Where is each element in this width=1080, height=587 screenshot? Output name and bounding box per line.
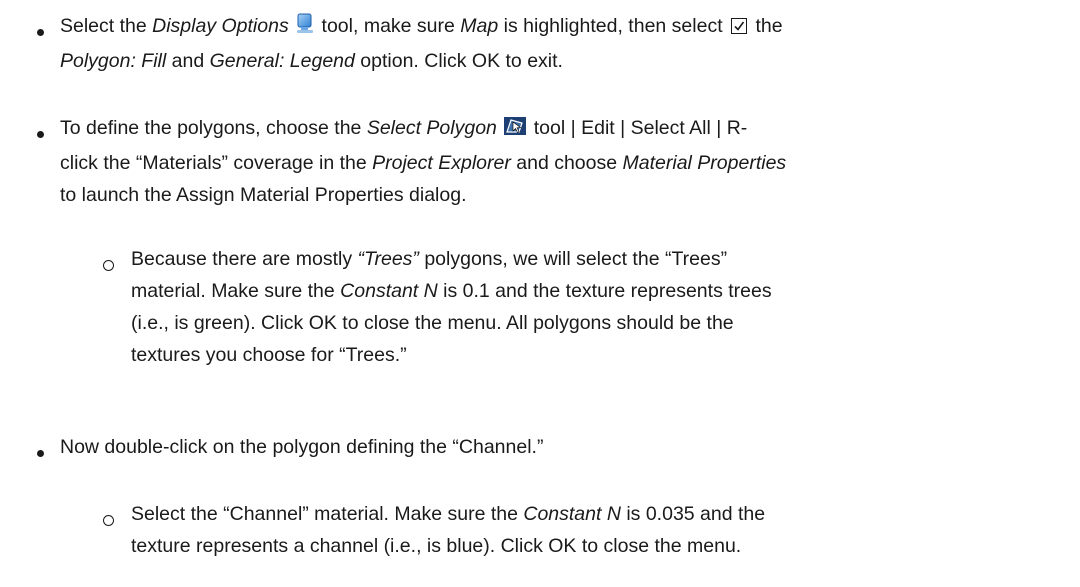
text: and choose xyxy=(510,152,623,174)
text: material. Make sure the xyxy=(131,280,341,302)
line: Select the Display Options tool, make su… xyxy=(60,12,1060,43)
line: textures you choose for “Trees.” xyxy=(131,341,1046,369)
checked-box-icon xyxy=(731,18,748,34)
trees-label: “Trees” xyxy=(357,248,419,270)
line: to launch the Assign Material Properties… xyxy=(60,181,1060,209)
map-label: Map xyxy=(460,15,499,37)
select-polygon-icon xyxy=(502,115,528,145)
constant-n-label: Constant N xyxy=(340,280,438,302)
text: texture represents a channel (i.e., is b… xyxy=(131,535,742,557)
text: Because there are mostly xyxy=(131,248,358,270)
instruction-item-1: Select the Display Options tool, make su… xyxy=(60,12,1060,75)
text: Select the “Channel” material. Make sure… xyxy=(131,503,524,525)
instruction-item-3: Now double-click on the polygon defining… xyxy=(60,433,1060,461)
line: Because there are mostly “Trees” polygon… xyxy=(131,245,1046,273)
text: Select the xyxy=(60,15,153,37)
text: option. Click OK to exit. xyxy=(354,50,563,72)
material-properties-label: Material Properties xyxy=(622,152,787,174)
text: tool | Edit | Select All | R- xyxy=(533,117,748,139)
line: texture represents a channel (i.e., is b… xyxy=(131,532,1046,560)
text: To define the polygons, choose the xyxy=(60,117,367,139)
instruction-item-2: To define the polygons, choose the Selec… xyxy=(60,114,1060,209)
text: is highlighted, then select xyxy=(498,15,723,37)
text: Now double-click on the polygon defining… xyxy=(60,436,544,458)
text: the xyxy=(750,15,783,37)
line: Polygon: Fill and General: Legend option… xyxy=(60,47,1060,75)
line: To define the polygons, choose the Selec… xyxy=(60,114,1060,145)
text: click the “Materials” coverage in the xyxy=(60,152,373,174)
project-explorer-label: Project Explorer xyxy=(372,152,511,174)
sub-bullet xyxy=(103,260,114,271)
display-options-label: Display Options xyxy=(152,15,289,37)
sub-bullet xyxy=(103,515,114,526)
text: and xyxy=(166,50,210,72)
instruction-page: Select the Display Options tool, make su… xyxy=(0,0,1080,587)
line: Select the “Channel” material. Make sure… xyxy=(131,500,1046,528)
text: tool, make sure xyxy=(321,15,461,37)
select-polygon-label: Select Polygon xyxy=(366,117,497,139)
instruction-subitem-2: Select the “Channel” material. Make sure… xyxy=(131,500,1046,560)
text: textures you choose for “Trees.” xyxy=(131,344,407,366)
constant-n-label: Constant N xyxy=(523,503,621,525)
text: (i.e., is green). Click OK to close the … xyxy=(131,312,734,334)
text: to launch the Assign Material Properties… xyxy=(60,184,467,206)
text: polygons, we will select the “Trees” xyxy=(418,248,728,270)
line: material. Make sure the Constant N is 0.… xyxy=(131,277,1046,305)
line: Now double-click on the polygon defining… xyxy=(60,433,1060,461)
bullet xyxy=(37,131,44,138)
bullet xyxy=(37,450,44,457)
display-options-icon xyxy=(294,13,316,43)
bullet xyxy=(37,29,44,36)
line: click the “Materials” coverage in the Pr… xyxy=(60,149,1060,177)
instruction-subitem-1: Because there are mostly “Trees” polygon… xyxy=(131,245,1046,369)
polygon-fill-label: Polygon: Fill xyxy=(60,50,167,72)
text: is 0.035 and the xyxy=(620,503,766,525)
line: (i.e., is green). Click OK to close the … xyxy=(131,309,1046,337)
text: is 0.1 and the texture represents trees xyxy=(437,280,772,302)
general-legend-label: General: Legend xyxy=(209,50,355,72)
